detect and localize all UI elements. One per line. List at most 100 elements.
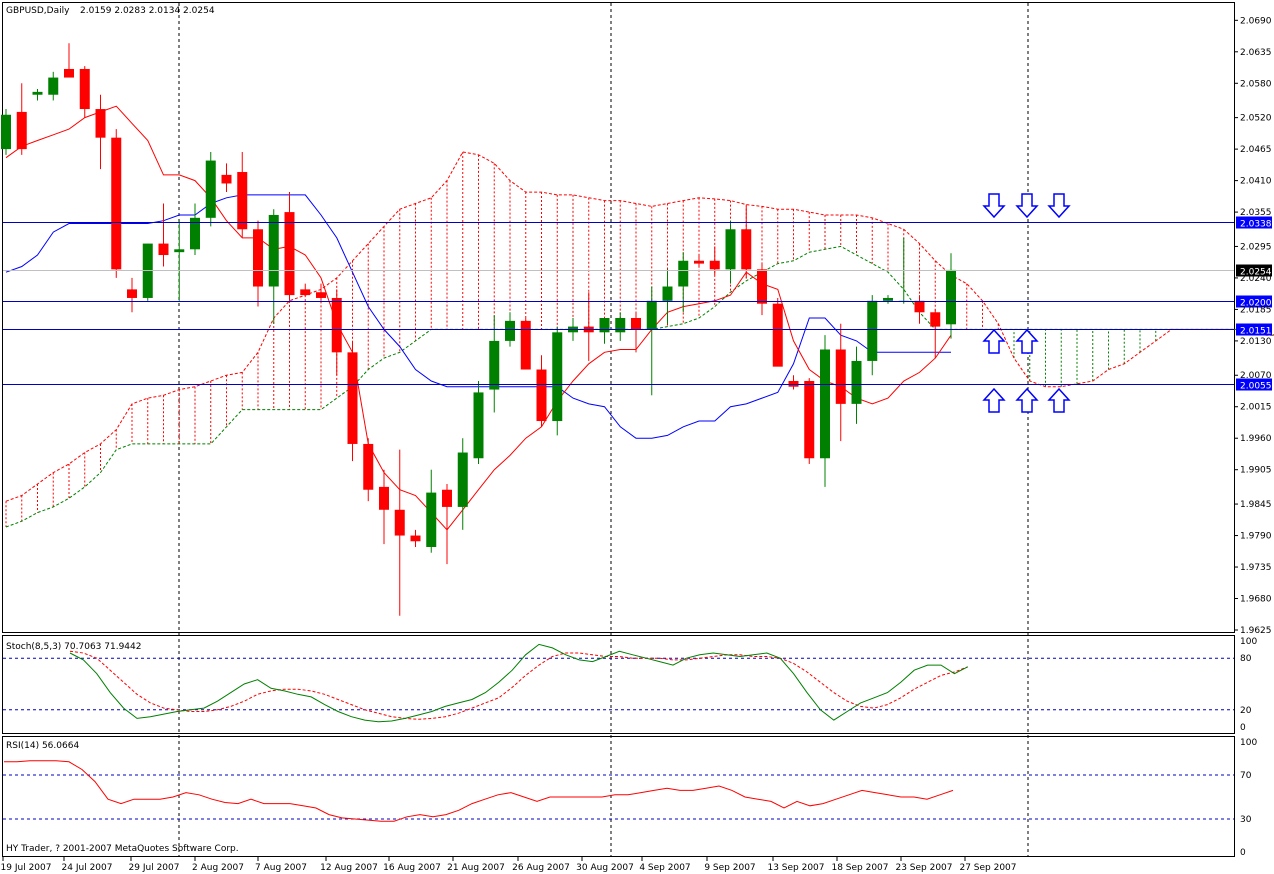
indicator-axis-label: 0: [1240, 723, 1246, 733]
price-axis-label: 1.9845: [1240, 500, 1272, 510]
price-axis-label: 2.0410: [1240, 177, 1272, 187]
price-axis-label: 1.9735: [1240, 563, 1272, 573]
price-axis-label: 1.9790: [1240, 532, 1272, 542]
candle-body: [284, 212, 295, 296]
candle-body: [457, 452, 468, 507]
candle-body: [158, 243, 169, 256]
candle-body: [221, 174, 232, 184]
candle-body: [883, 297, 893, 301]
candle-body: [174, 249, 185, 253]
price-axis-label: 1.9625: [1240, 626, 1272, 636]
candle-body: [835, 349, 846, 404]
candle-body: [253, 229, 263, 287]
candle: [111, 129, 122, 278]
candle-body: [851, 360, 862, 404]
date-axis-label: 13 Sep 2007: [767, 863, 824, 873]
candle-body: [473, 392, 484, 459]
price-axis-label: 1.9960: [1240, 434, 1272, 444]
date-axis-label: 26 Aug 2007: [512, 863, 570, 873]
candle: [205, 151, 216, 227]
rsi-title: RSI(14) 56.0664: [6, 741, 79, 751]
level-price-label: 2.0338: [1240, 220, 1272, 230]
candle-body: [363, 443, 374, 490]
candle-body: [820, 349, 830, 459]
indicator-axis-label: 20: [1240, 706, 1252, 716]
candle-body: [331, 297, 342, 353]
candle-body: [946, 269, 956, 325]
candle-body: [536, 369, 547, 422]
candle-body: [442, 489, 452, 507]
date-axis-label: 7 Aug 2007: [255, 863, 307, 873]
candle: [1, 109, 11, 155]
candle-body: [1, 114, 11, 150]
candle-body: [725, 229, 736, 270]
candle-body: [347, 352, 358, 444]
candle-body: [394, 509, 405, 536]
candle: [347, 340, 358, 462]
price-axis-label: 2.0070: [1240, 371, 1272, 381]
candle-body: [205, 160, 216, 218]
chart-canvas: 2.03382.02542.02002.01512.0055 2.06902.0…: [0, 0, 1274, 874]
price-axis-label: 2.0015: [1240, 403, 1272, 413]
candle-body: [316, 292, 326, 298]
candle-body: [709, 260, 720, 270]
date-axis-label: 30 Aug 2007: [576, 863, 634, 873]
candle: [772, 297, 783, 367]
candle: [804, 378, 815, 464]
candle-body: [111, 137, 122, 270]
candle-body: [694, 260, 704, 264]
price-axis-label: 2.0520: [1240, 114, 1272, 124]
price-axis-label: 1.9905: [1240, 466, 1272, 476]
candle-body: [410, 535, 421, 542]
indicator-axis-label: 100: [1240, 738, 1257, 748]
price-axis-label: 2.0580: [1240, 79, 1272, 89]
candle-body: [914, 300, 925, 313]
candle-body: [599, 318, 610, 333]
indicator-axis-label: 0: [1240, 848, 1246, 858]
candle-body: [772, 303, 783, 367]
price-axis-label: 2.0185: [1240, 305, 1272, 315]
candle-body: [379, 486, 389, 510]
candle: [142, 243, 153, 301]
date-axis-label: 24 Jul 2007: [62, 863, 113, 873]
candle-body: [552, 332, 563, 422]
price-axis-label: 2.0130: [1240, 337, 1272, 347]
date-axis-label: 16 Aug 2007: [383, 863, 441, 873]
price-axis-label: 2.0635: [1240, 48, 1272, 58]
level-price-label: 2.0055: [1240, 382, 1272, 392]
date-axis-label: 4 Sep 2007: [639, 863, 690, 873]
date-axis-label: 27 Sep 2007: [959, 863, 1016, 873]
candle-body: [300, 289, 311, 296]
candle-body: [489, 340, 500, 390]
candle-body: [95, 109, 106, 138]
price-axis-label: 2.0355: [1240, 208, 1272, 218]
candle-body: [505, 320, 515, 341]
date-axis-label: 19 Jul 2007: [1, 863, 52, 873]
indicator-axis-label: 70: [1240, 771, 1252, 781]
candle-body: [16, 111, 27, 150]
candle-body: [757, 269, 767, 304]
date-axis-label: 18 Sep 2007: [831, 863, 888, 873]
candle-body: [678, 260, 689, 287]
candle-body: [426, 492, 437, 547]
candle-body: [48, 77, 59, 95]
price-axis-label: 1.9680: [1240, 595, 1272, 605]
date-axis-label: 21 Aug 2007: [447, 863, 505, 873]
level-price-label: 2.0151: [1240, 327, 1272, 337]
indicator-axis-label: 100: [1240, 637, 1257, 647]
indicator-axis-label: 80: [1240, 654, 1252, 664]
price-axis-label: 2.0240: [1240, 274, 1272, 284]
date-axis-label: 9 Sep 2007: [704, 863, 755, 873]
date-axis-label: 12 Aug 2007: [320, 863, 378, 873]
candle: [552, 326, 563, 436]
chart-symbol: GBPUSD,Daily: [6, 6, 70, 16]
chart-ohlc: 2.0159 2.0283 2.0134 2.0254: [80, 6, 215, 16]
price-axis-label: 2.0465: [1240, 145, 1272, 155]
candle-body: [741, 229, 752, 270]
candle-body: [79, 68, 90, 110]
indicator-axis-label: 30: [1240, 815, 1252, 825]
candle-body: [127, 289, 137, 298]
stoch-title: Stoch(8,5,3) 70.7063 71.9442: [6, 642, 141, 652]
candle-body: [646, 300, 657, 330]
candle-body: [867, 300, 878, 361]
